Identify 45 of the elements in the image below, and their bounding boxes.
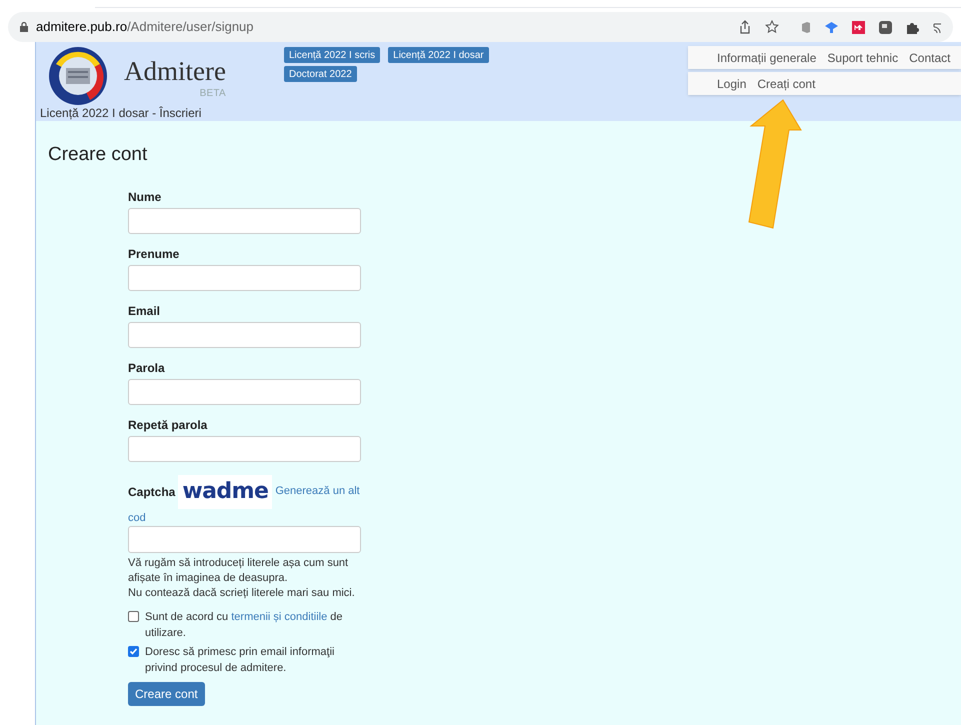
field-label: Email xyxy=(128,304,162,318)
extension-icon[interactable] xyxy=(825,21,838,33)
extension-icon[interactable] xyxy=(879,20,892,34)
url-text[interactable]: admitere.pub.ro/Admitere/user/signup xyxy=(36,17,254,37)
field-label: Nume xyxy=(128,190,162,204)
site-title[interactable]: Admitere xyxy=(124,56,226,86)
session-button[interactable]: Licență 2022 I scris xyxy=(284,47,380,63)
lock-icon xyxy=(20,22,28,32)
beta-label: BETA xyxy=(200,86,226,100)
checkbox[interactable] xyxy=(128,610,139,622)
input-field[interactable] xyxy=(128,322,361,348)
cast-icon[interactable] xyxy=(933,20,941,34)
checkbox-label: Doresc să primesc prin email informaţii privind procesul de admitere. xyxy=(145,644,336,676)
section-subtitle: Licență 2022 I dosar - Înscrieri xyxy=(40,106,202,120)
input-field[interactable] xyxy=(128,208,361,234)
nav-link[interactable]: Creați cont xyxy=(757,74,816,92)
submit-button[interactable]: Creare cont xyxy=(128,682,205,706)
field-label: Prenume xyxy=(128,246,180,260)
share-icon[interactable] xyxy=(739,20,751,34)
extension-icon[interactable] xyxy=(852,20,865,34)
session-button[interactable]: Doctorat 2022 xyxy=(284,66,357,82)
field-label: Repetă parola xyxy=(128,418,208,432)
field-label: Parola xyxy=(128,360,166,374)
help-text: Nu contează dacă scrieți literele mari sau mici. xyxy=(128,586,356,600)
regenerate-link[interactable]: cod xyxy=(128,510,146,526)
nav-link[interactable]: Contact xyxy=(909,48,950,66)
university-logo xyxy=(48,46,108,106)
puzzle-icon[interactable] xyxy=(906,20,919,34)
nav-link[interactable]: Suport tehnic xyxy=(827,48,898,66)
checkbox[interactable] xyxy=(128,646,139,656)
page-title: Creare cont xyxy=(48,143,148,167)
input-field[interactable] xyxy=(128,264,361,290)
captcha-text: wadme xyxy=(182,478,268,506)
input-field[interactable] xyxy=(128,526,361,552)
help-text: Vă rugăm să introduceți literele așa cum sunt afișate în imaginea de deasupra. xyxy=(128,556,350,586)
field-label: Captcha xyxy=(128,484,176,500)
input-field[interactable] xyxy=(128,436,361,462)
terms-link[interactable]: termenii și conditiile xyxy=(231,610,328,622)
nav-link[interactable]: Informații generale xyxy=(717,48,816,66)
star-icon[interactable] xyxy=(765,20,779,34)
session-button[interactable]: Licență 2022 I dosar xyxy=(388,47,489,63)
checkbox-label: Sunt de acord cu termenii și conditiile de utilizare. xyxy=(145,610,344,640)
input-field[interactable] xyxy=(128,378,361,404)
regenerate-link[interactable]: Generează un alt xyxy=(275,483,360,500)
nav-link[interactable]: Login xyxy=(717,74,746,92)
